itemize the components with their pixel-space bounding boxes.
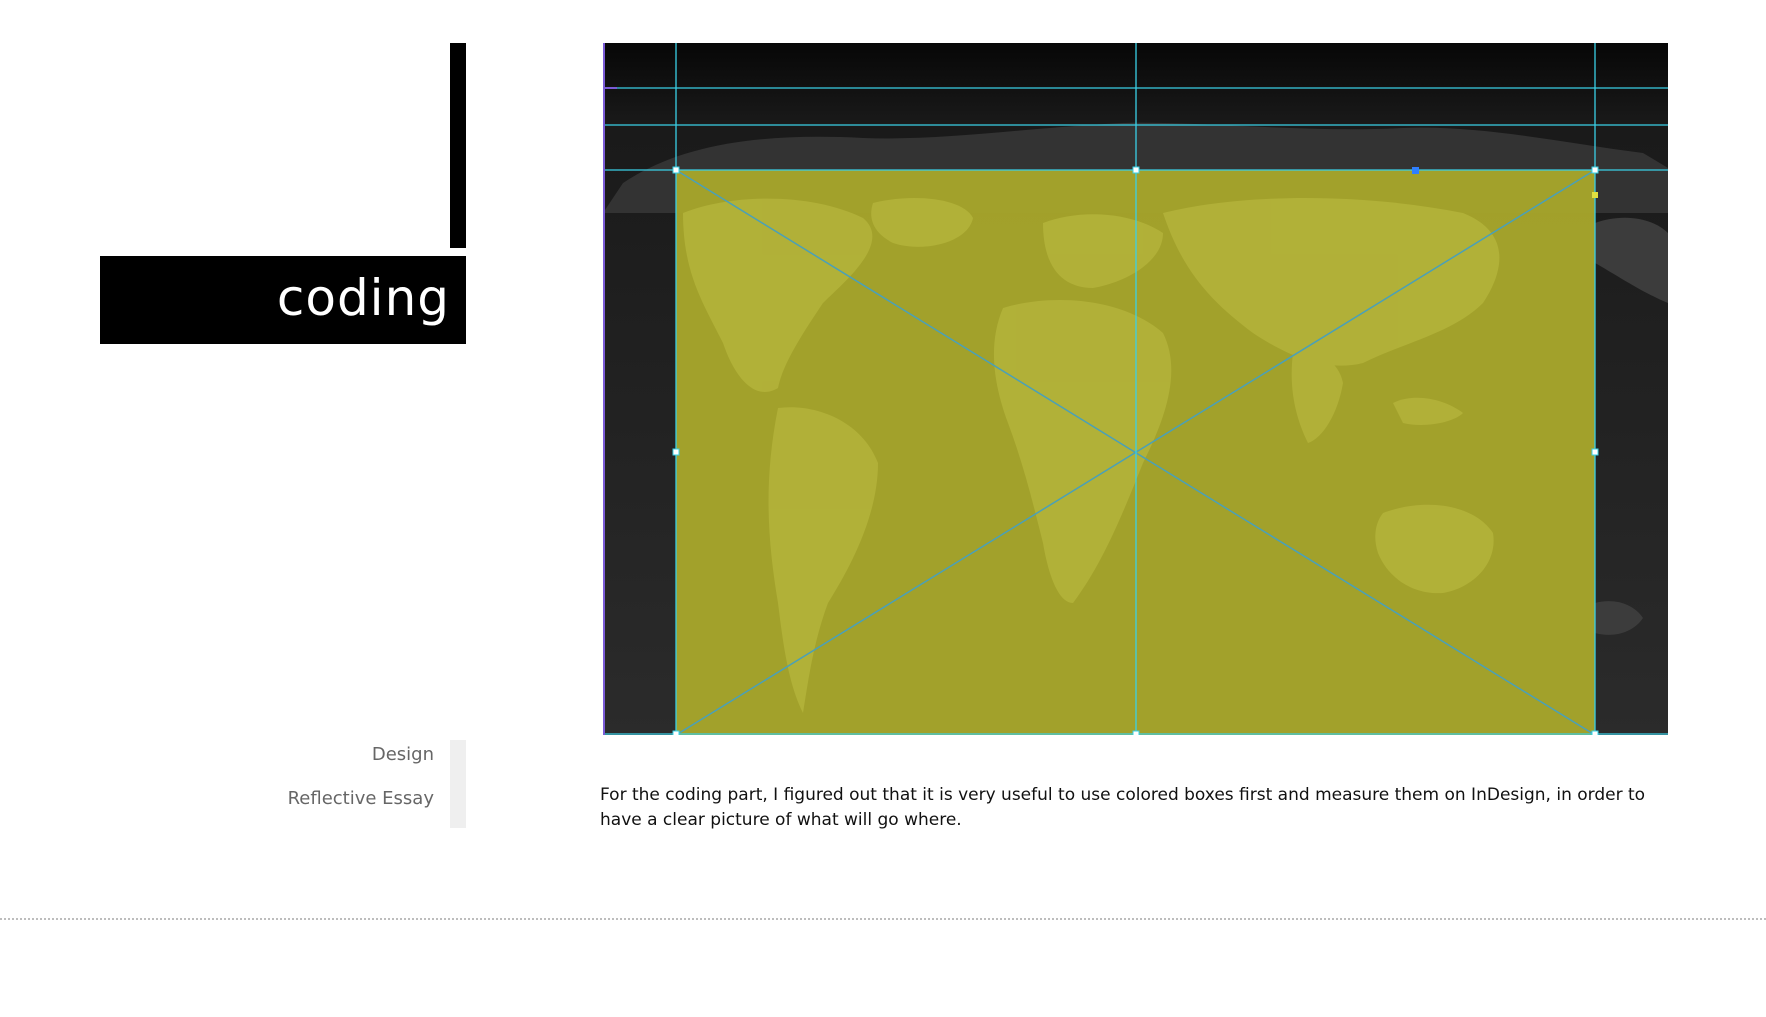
layout-mockup-image — [603, 43, 1668, 735]
caption-text: For the coding part, I figured out that … — [600, 785, 1646, 830]
dotted-divider — [0, 918, 1766, 920]
vertical-accent-bar — [450, 43, 466, 248]
indesign-layout-screenshot — [603, 43, 1668, 735]
page-title: coding — [276, 269, 450, 327]
section-nav: Design Reflective Essay — [288, 740, 434, 831]
title-block: coding — [100, 256, 466, 344]
nav-accent-bar — [450, 740, 466, 828]
nav-item-design[interactable]: Design — [288, 743, 434, 767]
nav-item-reflective-essay[interactable]: Reflective Essay — [288, 787, 434, 811]
